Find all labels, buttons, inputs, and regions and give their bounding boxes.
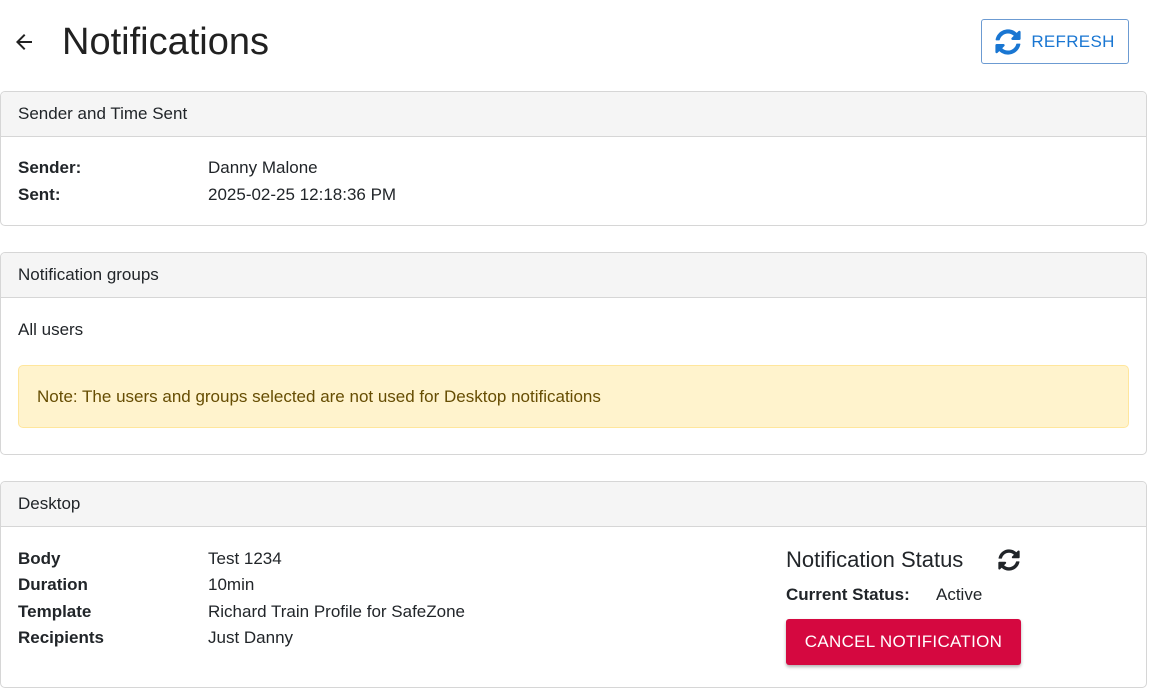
current-status-value: Active (936, 585, 983, 604)
groups-list: All users (18, 320, 84, 339)
sync-icon (998, 549, 1020, 571)
body-value: Test 1234 (208, 549, 282, 568)
template-value: Richard Train Profile for SafeZone (208, 602, 466, 621)
body-label: Body (18, 549, 61, 568)
sender-value: Danny Malone (208, 158, 318, 177)
note-text: Note: The users and groups selected are … (37, 386, 601, 406)
page-title: Notifications (62, 21, 269, 63)
sender-details: Sender: Danny Malone Sent: 2025-02-25 12… (18, 155, 618, 209)
status-refresh-button[interactable] (997, 548, 1021, 572)
refresh-button[interactable]: REFRESH (981, 19, 1129, 64)
refresh-button-label: REFRESH (1031, 31, 1115, 51)
duration-label: Duration (18, 575, 88, 594)
current-status: Current Status: Active (786, 582, 982, 608)
duration-value: 10min (208, 575, 255, 594)
back-button[interactable] (8, 26, 40, 58)
recipients-value: Just Danny (208, 628, 294, 647)
sent-label: Sent: (18, 185, 61, 204)
sender-card: Sender and Time Sent Sender: Danny Malon… (0, 91, 1147, 226)
groups-card-header: Notification groups (1, 253, 1146, 298)
cancel-notification-button[interactable]: CANCEL NOTIFICATION (786, 619, 1021, 665)
notification-status-title: Notification Status (786, 547, 964, 572)
template-label: Template (18, 602, 92, 621)
desktop-note-alert: Note: The users and groups selected are … (18, 365, 1129, 428)
refresh-icon (995, 28, 1021, 55)
sender-label: Sender: (18, 158, 82, 177)
current-status-label: Current Status: (786, 585, 910, 604)
desktop-details: Body Test 1234 Duration 10min Template R… (18, 546, 618, 656)
sent-value: 2025-02-25 12:18:36 PM (208, 185, 397, 204)
groups-card: Notification groups All users Note: The … (0, 252, 1147, 455)
arrow-left-icon (16, 34, 32, 50)
sender-card-header: Sender and Time Sent (1, 92, 1146, 137)
desktop-card: Desktop Body Test 1234 Duration 10min Te… (0, 481, 1147, 688)
desktop-card-header: Desktop (1, 482, 1146, 527)
recipients-label: Recipients (18, 628, 104, 647)
page-header: Notifications REFRESH (0, 0, 1150, 86)
